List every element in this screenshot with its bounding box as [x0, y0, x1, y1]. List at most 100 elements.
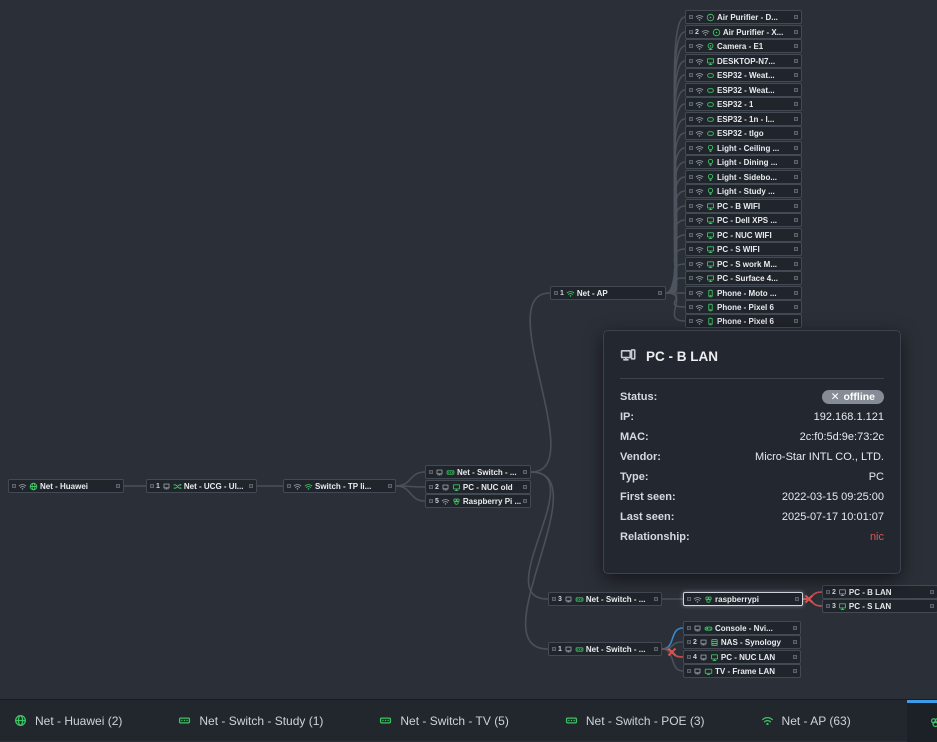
port-left — [826, 604, 830, 608]
wifi-icon — [695, 260, 704, 269]
port-right — [794, 276, 798, 280]
port-right — [794, 233, 798, 237]
ethernet-icon — [693, 624, 702, 633]
node-label: Net - Switch - ... — [586, 595, 646, 604]
graph-node-nas-synology[interactable]: 2NAS - Synology — [683, 635, 801, 649]
graph-node-net-switch[interactable]: 1Net - Switch - ... — [548, 642, 662, 656]
graph-node-pc-nuc-old[interactable]: 2PC - NUC old — [425, 480, 531, 494]
port-right — [658, 291, 662, 295]
ethernet-icon — [564, 645, 573, 654]
port-right — [794, 15, 798, 19]
pc-icon — [620, 347, 636, 363]
detail-value: 2c:f0:5d:9e:73:2c — [800, 431, 884, 443]
graph-node-esp32-1n-l[interactable]: ESP32 - 1n - l... — [685, 112, 802, 126]
graph-node-phone-pixel-6[interactable]: Phone - Pixel 6 — [685, 300, 802, 314]
graph-node-net-switch[interactable]: Net - Switch - ... — [425, 465, 531, 479]
graph-node-tv-frame-lan[interactable]: TV - Frame LAN — [683, 664, 801, 678]
bulb-icon — [706, 144, 715, 153]
graph-node-switch-tp-li[interactable]: Switch - TP li... — [283, 479, 396, 493]
graph-node-pc-nuc-lan[interactable]: 4PC - NUC LAN — [683, 650, 801, 664]
footer-tab-label: Net - AP (63) — [782, 714, 851, 728]
graph-node-net-ap[interactable]: 1Net - AP — [550, 286, 666, 300]
node-label: ESP32 - Weat... — [717, 71, 775, 80]
wifi-icon — [304, 482, 313, 491]
detail-row: Vendor:Micro-Star INTL CO., LTD. — [620, 447, 884, 467]
node-label: Phone - Pixel 6 — [717, 303, 774, 312]
port-number: 2 — [693, 639, 697, 646]
graph-node-net-huawei[interactable]: Net - Huawei — [8, 479, 124, 493]
graph-node-air-purifier-d[interactable]: Air Purifier - D... — [685, 10, 802, 24]
port-left — [689, 291, 693, 295]
wifi-icon — [695, 115, 704, 124]
node-label: Switch - TP li... — [315, 482, 371, 491]
graph-node-light-study[interactable]: Light - Study ... — [685, 184, 802, 198]
graph-node-desktop-n7[interactable]: DESKTOP-N7... — [685, 54, 802, 68]
node-label: ESP32 - 1n - l... — [717, 115, 774, 124]
port-right — [794, 102, 798, 106]
graph-node-pc-b-wifi[interactable]: PC - B WIFI — [685, 199, 802, 213]
graph-node-esp32-weat[interactable]: ESP32 - Weat... — [685, 68, 802, 82]
footer-tab-net-switch-tv-5[interactable]: Net - Switch - TV (5) — [379, 714, 508, 728]
footer-tab-net-ap-63[interactable]: Net - AP (63) — [761, 714, 851, 728]
graph-node-phone-pixel-6[interactable]: Phone - Pixel 6 — [685, 314, 802, 328]
graph-node-light-dining[interactable]: Light - Dining ... — [685, 155, 802, 169]
bulb-icon — [706, 173, 715, 182]
graph-node-pc-surface-4[interactable]: PC - Surface 4... — [685, 271, 802, 285]
port-left — [689, 15, 693, 19]
port-right — [794, 117, 798, 121]
graph-node-raspberrypi[interactable]: raspberrypi — [683, 592, 803, 606]
graph-node-light-sidebo[interactable]: Light - Sidebo... — [685, 170, 802, 184]
port-number: 3 — [558, 596, 562, 603]
node-label: PC - Surface 4... — [717, 274, 778, 283]
port-left — [150, 484, 154, 488]
graph-node-phone-moto[interactable]: Phone - Moto ... — [685, 286, 802, 300]
detail-label: MAC: — [620, 431, 649, 443]
graph-node-net-switch[interactable]: 3 Net - Switch - ... — [548, 592, 662, 606]
wifi-icon — [701, 28, 710, 37]
port-number: 5 — [435, 498, 439, 505]
port-right — [794, 131, 798, 135]
graph-node-esp32-tlgo[interactable]: ESP32 - tlgo — [685, 126, 802, 140]
wifi-icon — [695, 13, 704, 22]
graph-node-raspberry-pi[interactable]: 5Raspberry Pi ... — [425, 494, 531, 508]
switch-icon — [565, 714, 578, 727]
network-topology-canvas: Net - Huawei 1Net - UCG - Ul... Switch - T… — [0, 0, 937, 699]
node-label: PC - B LAN — [849, 588, 892, 597]
edge — [530, 293, 551, 472]
port-number: 1 — [156, 483, 160, 490]
footer-tab-net-switch-poe-3[interactable]: Net - Switch - POE (3) — [565, 714, 705, 728]
wifi-icon — [695, 129, 704, 138]
port-left — [552, 597, 556, 601]
graph-node-pc-dell-xps[interactable]: PC - Dell XPS ... — [685, 213, 802, 227]
graph-node-air-purifier-x[interactable]: 2Air Purifier - X... — [685, 25, 802, 39]
port-right — [388, 484, 392, 488]
graph-node-net-ucg-ul[interactable]: 1Net - UCG - Ul... — [146, 479, 257, 493]
detail-row: IP:192.168.1.121 — [620, 407, 884, 427]
detail-label: IP: — [620, 411, 634, 423]
node-label: PC - B WIFI — [717, 202, 760, 211]
footer-tab-net-huawei-2[interactable]: Net - Huawei (2) — [14, 714, 122, 728]
port-right — [794, 30, 798, 34]
port-right — [794, 262, 798, 266]
detail-label: Status: — [620, 391, 657, 403]
graph-node-pc-s-work-m[interactable]: PC - S work M... — [685, 257, 802, 271]
port-left — [689, 276, 693, 280]
graph-node-esp32-1[interactable]: ESP32 - 1 — [685, 97, 802, 111]
bulb-icon — [706, 158, 715, 167]
device-details-rows: Status:✕offlineIP:192.168.1.121MAC:2c:f0… — [620, 387, 884, 547]
globe-icon — [14, 714, 27, 727]
graph-node-esp32-weat[interactable]: ESP32 - Weat... — [685, 83, 802, 97]
graph-node-pc-s-lan[interactable]: 3PC - S LAN — [822, 599, 937, 613]
graph-node-pc-b-lan[interactable]: 2PC - B LAN — [822, 585, 937, 599]
detail-label: Last seen: — [620, 511, 674, 523]
graph-node-light-ceiling[interactable]: Light - Ceiling ... — [685, 141, 802, 155]
footer-tab-net-switch-study-1[interactable]: Net - Switch - Study (1) — [178, 714, 323, 728]
graph-node-pc-s-wifi[interactable]: PC - S WIFI — [685, 242, 802, 256]
graph-node-camera-e1[interactable]: Camera - E1 — [685, 39, 802, 53]
graph-node-pc-nuc-wifi[interactable]: PC - NUC WIFI — [685, 228, 802, 242]
graph-node-console-nvi[interactable]: Console - Nvi... — [683, 621, 801, 635]
footer-tab-raspberrypi-2[interactable]: raspberrypi (2) — [907, 700, 937, 742]
wifi-icon — [695, 144, 704, 153]
port-right — [793, 640, 797, 644]
node-label: Light - Study ... — [717, 187, 775, 196]
